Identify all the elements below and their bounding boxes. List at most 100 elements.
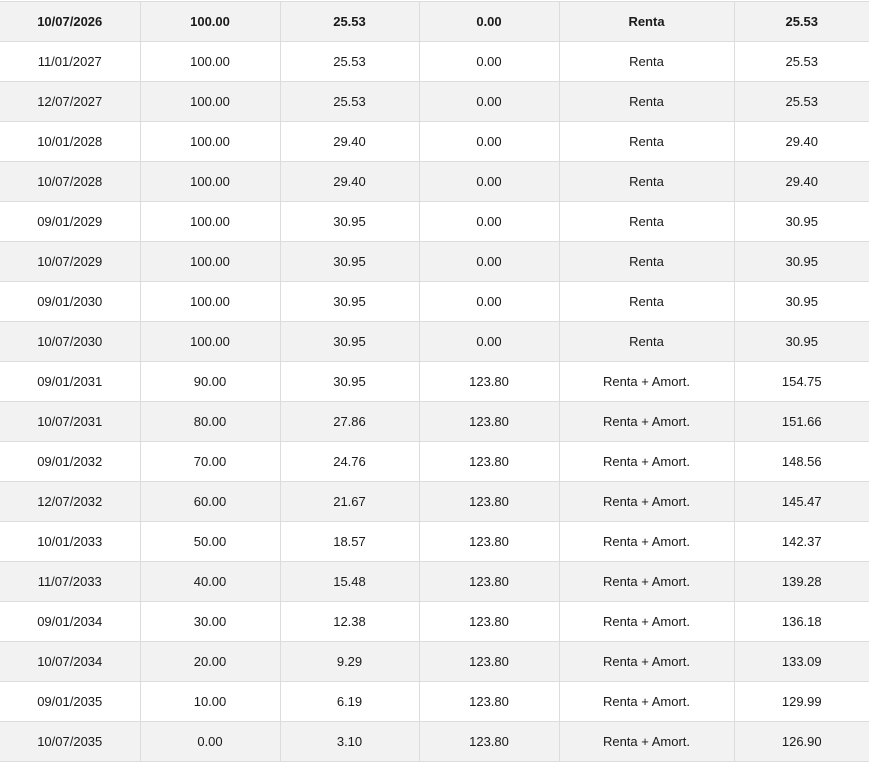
total-payment-cell: 30.95 — [733, 281, 869, 322]
residual-value-cell: 100.00 — [139, 321, 280, 362]
date-cell: 09/01/2032 — [0, 441, 140, 482]
payment-type-cell: Renta + Amort. — [558, 441, 734, 482]
interest-cell: 30.95 — [279, 241, 419, 282]
total-payment-cell: 25.53 — [733, 81, 869, 122]
amortization-cell: 123.80 — [418, 681, 559, 722]
table-row: 09/01/2030 100.00 30.95 0.00 Renta 30.95 — [0, 281, 869, 322]
amortization-cell: 0.00 — [418, 321, 559, 362]
interest-cell: 6.19 — [279, 681, 419, 722]
payment-type-cell: Renta + Amort. — [558, 681, 734, 722]
table-row: 09/01/2034 30.00 12.38 123.80 Renta + Amort.… — [0, 601, 869, 642]
total-payment-cell: 151.66 — [733, 401, 869, 442]
interest-cell: 30.95 — [279, 321, 419, 362]
interest-cell: 29.40 — [279, 161, 419, 202]
interest-cell: 21.67 — [279, 481, 419, 522]
amortization-cell: 123.80 — [418, 401, 559, 442]
table-row: 10/01/2033 50.00 18.57 123.80 Renta + Amort.… — [0, 521, 869, 562]
residual-value-cell: 0.00 — [139, 721, 280, 762]
date-cell: 09/01/2034 — [0, 601, 140, 642]
amortization-cell: 0.00 — [418, 161, 559, 202]
residual-value-cell: 100.00 — [139, 1, 280, 42]
payment-type-cell: Renta + Amort. — [558, 641, 734, 682]
total-payment-cell: 139.28 — [733, 561, 869, 602]
payment-type-cell: Renta — [558, 1, 734, 42]
date-cell: 10/01/2033 — [0, 521, 140, 562]
interest-cell: 9.29 — [279, 641, 419, 682]
table-row: 10/07/2030 100.00 30.95 0.00 Renta 30.95 — [0, 321, 869, 362]
table-row: 12/07/2027 100.00 25.53 0.00 Renta 25.53 — [0, 81, 869, 122]
payment-type-cell: Renta + Amort. — [558, 481, 734, 522]
residual-value-cell: 100.00 — [139, 281, 280, 322]
amortization-cell: 123.80 — [418, 721, 559, 762]
total-payment-cell: 154.75 — [733, 361, 869, 402]
total-payment-cell: 142.37 — [733, 521, 869, 562]
residual-value-cell: 80.00 — [139, 401, 280, 442]
payment-type-cell: Renta — [558, 281, 734, 322]
amortization-cell: 0.00 — [418, 201, 559, 242]
amortization-cell: 123.80 — [418, 361, 559, 402]
interest-cell: 25.53 — [279, 1, 419, 42]
amortization-cell: 123.80 — [418, 561, 559, 602]
total-payment-cell: 148.56 — [733, 441, 869, 482]
amortization-cell: 123.80 — [418, 641, 559, 682]
table-row: 09/01/2029 100.00 30.95 0.00 Renta 30.95 — [0, 201, 869, 242]
residual-value-cell: 100.00 — [139, 81, 280, 122]
table-row: 10/01/2028 100.00 29.40 0.00 Renta 29.40 — [0, 121, 869, 162]
residual-value-cell: 50.00 — [139, 521, 280, 562]
interest-cell: 30.95 — [279, 281, 419, 322]
total-payment-cell: 25.53 — [733, 41, 869, 82]
payment-type-cell: Renta + Amort. — [558, 561, 734, 602]
interest-cell: 24.76 — [279, 441, 419, 482]
interest-cell: 25.53 — [279, 81, 419, 122]
total-payment-cell: 30.95 — [733, 201, 869, 242]
date-cell: 12/07/2027 — [0, 81, 140, 122]
date-cell: 09/01/2029 — [0, 201, 140, 242]
amortization-cell: 0.00 — [418, 81, 559, 122]
date-cell: 09/01/2030 — [0, 281, 140, 322]
residual-value-cell: 100.00 — [139, 201, 280, 242]
amortization-cell: 0.00 — [418, 241, 559, 282]
date-cell: 12/07/2032 — [0, 481, 140, 522]
table-row: 09/01/2031 90.00 30.95 123.80 Renta + Amort.… — [0, 361, 869, 402]
payment-type-cell: Renta — [558, 81, 734, 122]
total-payment-cell: 133.09 — [733, 641, 869, 682]
interest-cell: 18.57 — [279, 521, 419, 562]
amortization-cell: 0.00 — [418, 121, 559, 162]
amortization-cell: 0.00 — [418, 281, 559, 322]
date-cell: 10/07/2034 — [0, 641, 140, 682]
interest-cell: 15.48 — [279, 561, 419, 602]
amortization-cell: 123.80 — [418, 481, 559, 522]
payment-type-cell: Renta + Amort. — [558, 401, 734, 442]
payment-type-cell: Renta + Amort. — [558, 521, 734, 562]
interest-cell: 30.95 — [279, 201, 419, 242]
total-payment-cell: 29.40 — [733, 121, 869, 162]
total-payment-cell: 145.47 — [733, 481, 869, 522]
payment-type-cell: Renta — [558, 121, 734, 162]
table-row: 10/07/2031 80.00 27.86 123.80 Renta + Amort.… — [0, 401, 869, 442]
total-payment-cell: 136.18 — [733, 601, 869, 642]
date-cell: 09/01/2031 — [0, 361, 140, 402]
residual-value-cell: 70.00 — [139, 441, 280, 482]
residual-value-cell: 100.00 — [139, 241, 280, 282]
residual-value-cell: 100.00 — [139, 121, 280, 162]
payment-type-cell: Renta + Amort. — [558, 721, 734, 762]
table-row: 10/07/2029 100.00 30.95 0.00 Renta 30.95 — [0, 241, 869, 282]
date-cell: 10/07/2028 — [0, 161, 140, 202]
payment-type-cell: Renta — [558, 161, 734, 202]
amortization-cell: 123.80 — [418, 521, 559, 562]
amortization-cell: 123.80 — [418, 601, 559, 642]
interest-cell: 30.95 — [279, 361, 419, 402]
amortization-cell: 123.80 — [418, 441, 559, 482]
table-row: 10/07/2034 20.00 9.29 123.80 Renta + Amort. 1… — [0, 641, 869, 682]
table-row: 11/01/2027 100.00 25.53 0.00 Renta 25.53 — [0, 41, 869, 82]
table-row: 12/07/2032 60.00 21.67 123.80 Renta + Amort.… — [0, 481, 869, 522]
residual-value-cell: 60.00 — [139, 481, 280, 522]
interest-cell: 12.38 — [279, 601, 419, 642]
table-row: 09/01/2032 70.00 24.76 123.80 Renta + Amort.… — [0, 441, 869, 482]
table-row: 11/07/2033 40.00 15.48 123.80 Renta + Amort.… — [0, 561, 869, 602]
date-cell: 10/07/2035 — [0, 721, 140, 762]
interest-cell: 3.10 — [279, 721, 419, 762]
residual-value-cell: 20.00 — [139, 641, 280, 682]
table-row: 09/01/2035 10.00 6.19 123.80 Renta + Amort. 1… — [0, 681, 869, 722]
payment-type-cell: Renta — [558, 321, 734, 362]
